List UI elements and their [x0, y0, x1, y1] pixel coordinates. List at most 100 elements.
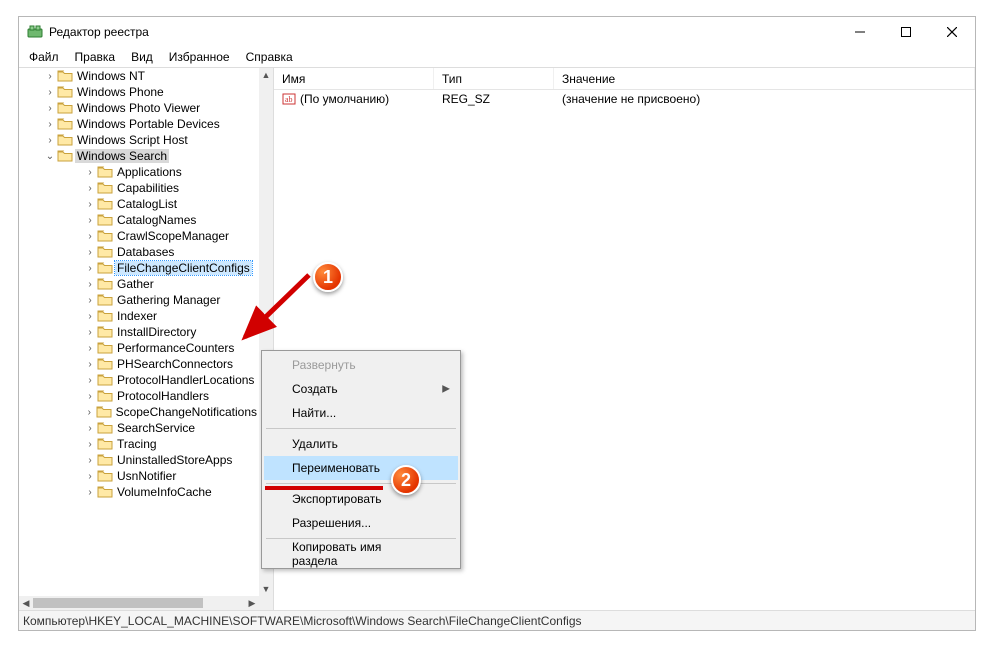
scroll-left-icon[interactable]: ◀ — [19, 596, 33, 610]
menu-view[interactable]: Вид — [123, 47, 161, 67]
folder-icon — [97, 261, 113, 275]
folder-icon — [97, 421, 113, 435]
ctx-export[interactable]: Экспортировать — [264, 487, 458, 511]
ctx-copy-key-name[interactable]: Копировать имя раздела — [264, 542, 458, 566]
tree-item[interactable]: ›Windows Script Host — [19, 132, 259, 148]
scroll-down-icon[interactable]: ▼ — [259, 582, 273, 596]
tree-item-label: PerformanceCounters — [115, 341, 236, 355]
tree-item[interactable]: ›Indexer — [19, 308, 259, 324]
folder-icon — [97, 229, 113, 243]
tree-item-label: Databases — [115, 245, 176, 259]
menu-edit[interactable]: Правка — [67, 47, 124, 67]
tree-item[interactable]: ›Applications — [19, 164, 259, 180]
chevron-down-icon[interactable]: ⌄ — [43, 149, 57, 163]
menubar: Файл Правка Вид Избранное Справка — [19, 47, 975, 67]
ctx-expand[interactable]: Развернуть — [264, 353, 458, 377]
folder-icon — [97, 437, 113, 451]
minimize-button[interactable] — [837, 17, 883, 47]
tree-item[interactable]: ›FileChangeClientConfigs — [19, 260, 259, 276]
tree-pane: ›Windows NT›Windows Phone›Windows Photo … — [19, 68, 274, 610]
chevron-right-icon[interactable]: › — [83, 469, 97, 483]
chevron-right-icon[interactable]: › — [83, 389, 97, 403]
chevron-right-icon[interactable]: › — [43, 101, 57, 115]
chevron-right-icon[interactable]: › — [43, 133, 57, 147]
column-data[interactable]: Значение — [554, 68, 975, 89]
tree-item[interactable]: ›CatalogNames — [19, 212, 259, 228]
tree-item-label: ScopeChangeNotifications — [114, 405, 259, 419]
scroll-up-icon[interactable]: ▲ — [259, 68, 273, 82]
registry-tree[interactable]: ›Windows NT›Windows Phone›Windows Photo … — [19, 68, 259, 596]
tree-item[interactable]: › Databases — [19, 244, 259, 260]
ctx-new[interactable]: Создать ▶ — [264, 377, 458, 401]
chevron-right-icon[interactable]: › — [83, 453, 97, 467]
annotation-badge-1: 1 — [313, 262, 343, 292]
chevron-right-icon[interactable]: › — [83, 341, 97, 355]
value-row[interactable]: ab(По умолчанию)REG_SZ(значение не присв… — [274, 90, 975, 108]
chevron-right-icon[interactable]: › — [83, 309, 97, 323]
tree-item[interactable]: ›CatalogList — [19, 196, 259, 212]
tree-item[interactable]: ›Gathering Manager — [19, 292, 259, 308]
tree-item[interactable]: ⌄ Windows Search — [19, 148, 259, 164]
tree-item-label: Windows Search — [75, 149, 169, 163]
tree-item[interactable]: › UsnNotifier — [19, 468, 259, 484]
tree-item[interactable]: ›Windows Portable Devices — [19, 116, 259, 132]
maximize-button[interactable] — [883, 17, 929, 47]
ctx-delete[interactable]: Удалить — [264, 432, 458, 456]
chevron-right-icon[interactable]: › — [83, 197, 97, 211]
tree-item[interactable]: ›Capabilities — [19, 180, 259, 196]
tree-item[interactable]: ›SearchService — [19, 420, 259, 436]
tree-item[interactable]: ›Windows Phone — [19, 84, 259, 100]
chevron-right-icon[interactable]: › — [83, 485, 97, 499]
tree-item[interactable]: ›Gather — [19, 276, 259, 292]
value-name: (По умолчанию) — [300, 92, 389, 106]
menu-file[interactable]: Файл — [21, 47, 67, 67]
tree-item[interactable]: ›Windows Photo Viewer — [19, 100, 259, 116]
chevron-right-icon[interactable]: › — [83, 357, 97, 371]
tree-item[interactable]: ›VolumeInfoCache — [19, 484, 259, 500]
scroll-corner — [259, 596, 273, 610]
column-name[interactable]: Имя — [274, 68, 434, 89]
chevron-right-icon[interactable]: › — [83, 245, 97, 259]
chevron-right-icon[interactable]: › — [83, 437, 97, 451]
chevron-right-icon[interactable]: › — [83, 213, 97, 227]
chevron-right-icon[interactable]: › — [83, 165, 97, 179]
tree-item[interactable]: ›Tracing — [19, 436, 259, 452]
ctx-rename[interactable]: Переименовать — [264, 456, 458, 480]
chevron-right-icon[interactable]: › — [83, 325, 97, 339]
tree-horizontal-scrollbar[interactable]: ◀ ▶ — [19, 596, 259, 610]
content: ›Windows NT›Windows Phone›Windows Photo … — [19, 67, 975, 610]
chevron-right-icon[interactable]: › — [43, 69, 57, 83]
column-type[interactable]: Тип — [434, 68, 554, 89]
scroll-right-icon[interactable]: ▶ — [245, 596, 259, 610]
chevron-right-icon[interactable]: › — [83, 181, 97, 195]
folder-icon — [97, 341, 113, 355]
chevron-right-icon[interactable]: › — [83, 421, 97, 435]
chevron-right-icon[interactable]: › — [83, 277, 97, 291]
chevron-right-icon[interactable]: › — [83, 261, 97, 275]
chevron-right-icon[interactable]: › — [83, 373, 97, 387]
tree-item-label: UsnNotifier — [115, 469, 178, 483]
tree-item[interactable]: ›PHSearchConnectors — [19, 356, 259, 372]
tree-item[interactable]: ›UninstalledStoreApps — [19, 452, 259, 468]
tree-item[interactable]: ›ProtocolHandlerLocations — [19, 372, 259, 388]
tree-item[interactable]: ›InstallDirectory — [19, 324, 259, 340]
chevron-right-icon[interactable]: › — [43, 85, 57, 99]
tree-item[interactable]: › PerformanceCounters — [19, 340, 259, 356]
annotation-underline — [265, 486, 383, 490]
folder-icon — [97, 373, 113, 387]
values-header: Имя Тип Значение — [274, 68, 975, 90]
tree-item[interactable]: ›CrawlScopeManager — [19, 228, 259, 244]
close-button[interactable] — [929, 17, 975, 47]
menu-favorites[interactable]: Избранное — [161, 47, 238, 67]
chevron-right-icon[interactable]: › — [83, 229, 97, 243]
menu-help[interactable]: Справка — [238, 47, 301, 67]
chevron-right-icon[interactable]: › — [43, 117, 57, 131]
folder-icon — [97, 469, 113, 483]
ctx-permissions[interactable]: Разрешения... — [264, 511, 458, 535]
tree-item[interactable]: › ScopeChangeNotifications — [19, 404, 259, 420]
chevron-right-icon[interactable]: › — [83, 293, 97, 307]
tree-item[interactable]: ›ProtocolHandlers — [19, 388, 259, 404]
ctx-find[interactable]: Найти... — [264, 401, 458, 425]
tree-item[interactable]: ›Windows NT — [19, 68, 259, 84]
chevron-right-icon[interactable]: › — [83, 405, 96, 419]
